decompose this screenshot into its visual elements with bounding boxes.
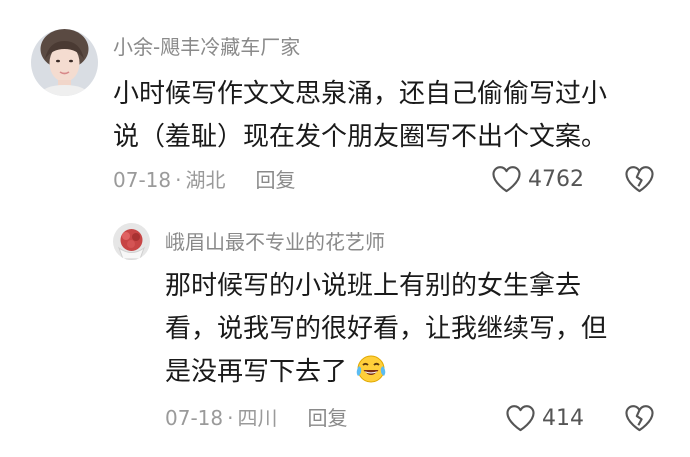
reply-button[interactable]: 回复: [255, 166, 295, 194]
comment-text-line: 是没再写下去了: [165, 357, 348, 387]
heart-outline-icon: [506, 405, 535, 432]
reply-comment-item: 峨眉山最不专业的花艺师 那时候写的小说班上有别的女生拿去 看，说我写的很好看，让…: [0, 215, 690, 457]
flower-bouquet-avatar-icon: [113, 223, 150, 260]
comment-text-line: 说（羞耻）现在发个朋友圈写不出个文案。: [113, 122, 608, 152]
meta-separator: ·: [175, 168, 182, 192]
like-count: 414: [542, 405, 584, 431]
avatar[interactable]: [31, 29, 98, 96]
comment-item: 小余-飓丰冷藏车厂家 小时候写作文文思泉涌，还自己偷偷写过小 说（羞耻）现在发个…: [0, 0, 690, 215]
comment-text: 那时候写的小说班上有别的女生拿去 看，说我写的很好看，让我继续写，但 是没再写下…: [165, 265, 607, 394]
crying-laughing-emoji-icon: [356, 355, 386, 383]
comment-username[interactable]: 小余-飓丰冷藏车厂家: [113, 34, 300, 60]
comment-text: 小时候写作文文思泉涌，还自己偷偷写过小 说（羞耻）现在发个朋友圈写不出个文案。: [113, 73, 607, 159]
comment-date: 07-18: [165, 406, 224, 430]
like-button[interactable]: 4762: [491, 165, 584, 193]
woman-portrait-avatar-icon: [31, 29, 98, 96]
avatar[interactable]: [113, 223, 150, 260]
comment-location: 四川: [237, 406, 278, 430]
comment-text-line: 看，说我写的很好看，让我继续写，但: [165, 314, 608, 344]
comment-meta: 07-18 · 四川 回复: [165, 404, 347, 432]
comment-meta: 07-18 · 湖北 回复: [113, 166, 295, 194]
dislike-button[interactable]: [624, 404, 655, 436]
comment-text-line-with-emoji: 是没再写下去了: [165, 351, 607, 394]
comment-username[interactable]: 峨眉山最不专业的花艺师: [165, 229, 385, 255]
comment-date: 07-18: [113, 168, 172, 192]
broken-heart-icon: [625, 166, 654, 193]
comment-location: 湖北: [185, 168, 226, 192]
like-count: 4762: [528, 166, 584, 192]
heart-outline-icon: [492, 166, 521, 193]
reply-button[interactable]: 回复: [307, 404, 347, 432]
like-button[interactable]: 414: [505, 404, 584, 432]
comment-text-line: 小时候写作文文思泉涌，还自己偷偷写过小: [113, 79, 608, 109]
comment-text-line: 那时候写的小说班上有别的女生拿去: [165, 271, 582, 301]
broken-heart-icon: [625, 405, 654, 432]
dislike-button[interactable]: [624, 165, 655, 197]
meta-separator: ·: [227, 406, 234, 430]
